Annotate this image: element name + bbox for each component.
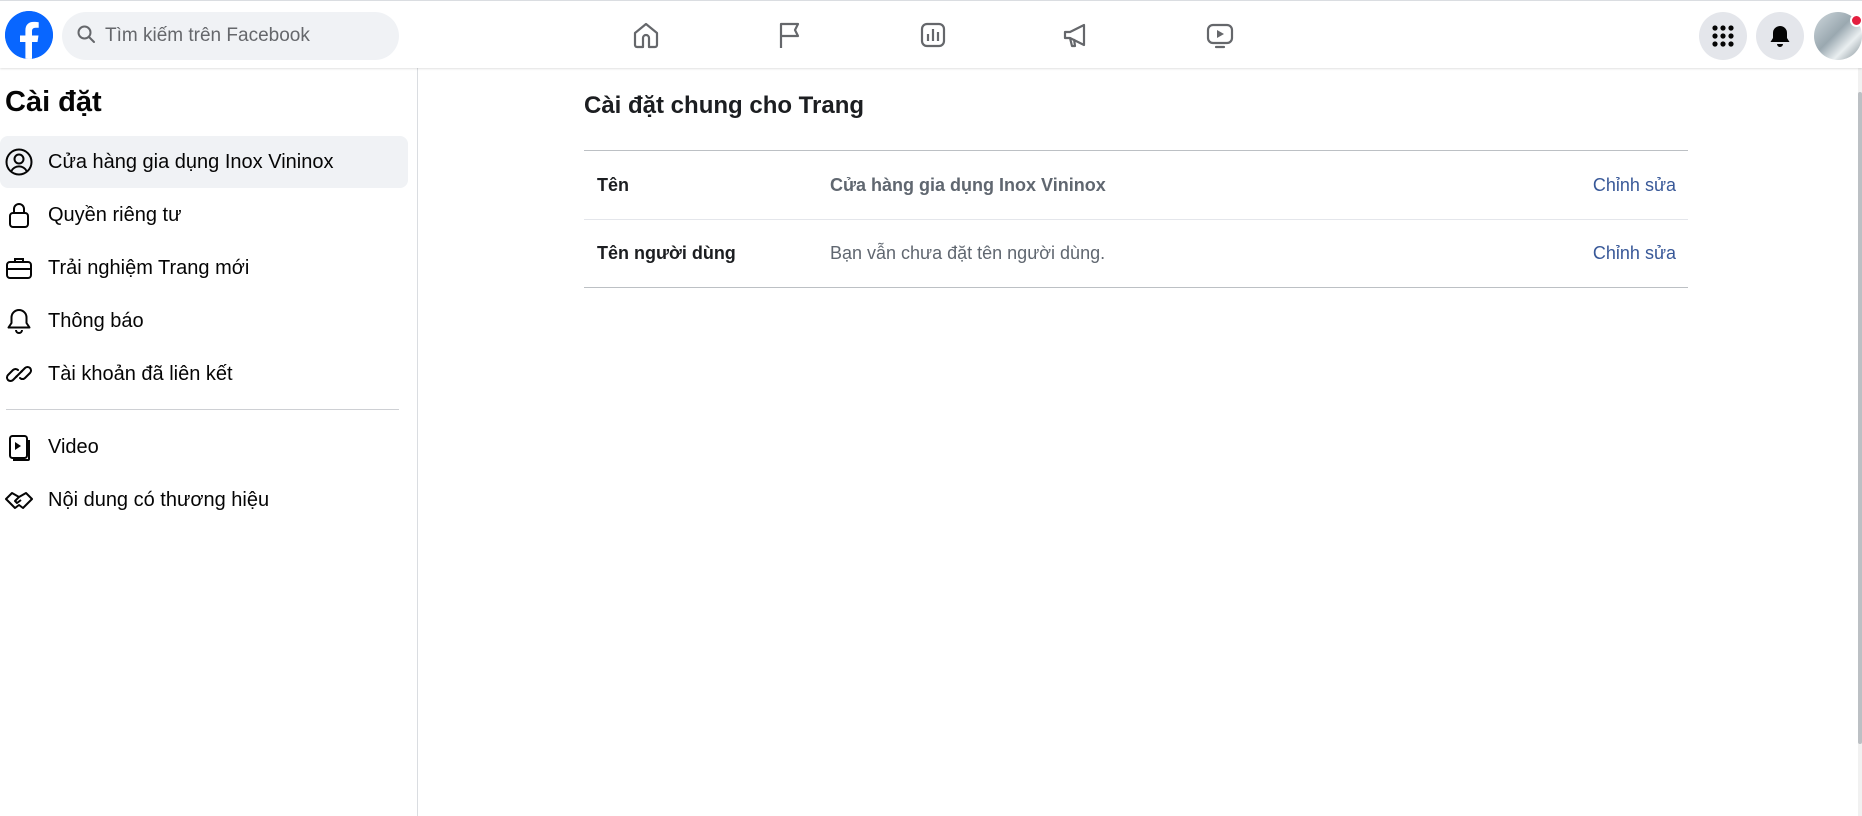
search-input[interactable] [105, 25, 385, 47]
general-settings-table: Tên Cửa hàng gia dụng Inox Vininox Chỉnh… [584, 150, 1688, 288]
sidebar-item-new-pages-experience[interactable]: Trải nghiệm Trang mới [0, 242, 408, 294]
setting-key: Tên [597, 174, 630, 195]
settings-sidebar: Cài đặt Cửa hàng gia dụng Inox Vininox Q… [0, 68, 418, 816]
video-play-icon[interactable] [1202, 17, 1238, 53]
sidebar-title: Cài đặt [5, 86, 102, 118]
grid-menu-icon[interactable] [1699, 12, 1747, 60]
notification-badge [1850, 14, 1862, 27]
sidebar-item-privacy[interactable]: Quyền riêng tư [0, 189, 408, 241]
sidebar-item-label: Thông báo [48, 309, 144, 332]
search-icon [76, 24, 96, 49]
edit-name-link[interactable]: Chỉnh sửa [1593, 175, 1676, 196]
sidebar-item-label: Video [48, 435, 99, 458]
sidebar-item-label: Trải nghiệm Trang mới [48, 256, 250, 279]
flag-icon[interactable] [772, 17, 808, 53]
settings-row-username: Tên người dùng Bạn vẫn chưa đặt tên ngườ… [584, 219, 1688, 287]
settings-row-name: Tên Cửa hàng gia dụng Inox Vininox Chỉnh… [584, 151, 1688, 219]
sidebar-divider [6, 409, 399, 410]
facebook-logo-icon[interactable] [5, 11, 53, 59]
page-title: Cài đặt chung cho Trang [584, 92, 865, 119]
sidebar-item-linked-accounts[interactable]: Tài khoản đã liên kết [0, 348, 408, 400]
bell-icon [4, 306, 34, 336]
insights-icon[interactable] [915, 17, 951, 53]
sidebar-item-label: Tài khoản đã liên kết [48, 362, 233, 385]
briefcase-icon [4, 253, 34, 283]
notifications-bell-icon[interactable] [1756, 12, 1804, 60]
sidebar-item-branded-content[interactable]: Nội dung có thương hiệu [0, 474, 408, 526]
sidebar-item-label: Quyền riêng tư [48, 203, 182, 226]
video-file-icon [4, 432, 34, 462]
edit-username-link[interactable]: Chỉnh sửa [1593, 243, 1676, 264]
setting-key: Tên người dùng [597, 243, 736, 263]
sidebar-item-page-profile[interactable]: Cửa hàng gia dụng Inox Vininox [0, 136, 408, 188]
top-navigation-bar [0, 0, 1862, 68]
home-icon[interactable] [628, 17, 664, 53]
sidebar-item-notifications[interactable]: Thông báo [0, 295, 408, 347]
sidebar-item-label: Cửa hàng gia dụng Inox Vininox [48, 150, 334, 173]
setting-value: Cửa hàng gia dụng Inox Vininox [830, 174, 1106, 195]
search-bar[interactable] [62, 12, 399, 60]
sidebar-item-video[interactable]: Video [0, 421, 408, 473]
link-icon [4, 359, 34, 389]
handshake-icon [4, 485, 34, 515]
setting-value: Bạn vẫn chưa đặt tên người dùng. [830, 243, 1106, 263]
user-circle-icon [4, 147, 34, 177]
megaphone-icon[interactable] [1058, 17, 1094, 53]
lock-icon [4, 200, 34, 230]
scrollbar-thumb[interactable] [1858, 92, 1862, 744]
sidebar-item-label: Nội dung có thương hiệu [48, 488, 270, 511]
